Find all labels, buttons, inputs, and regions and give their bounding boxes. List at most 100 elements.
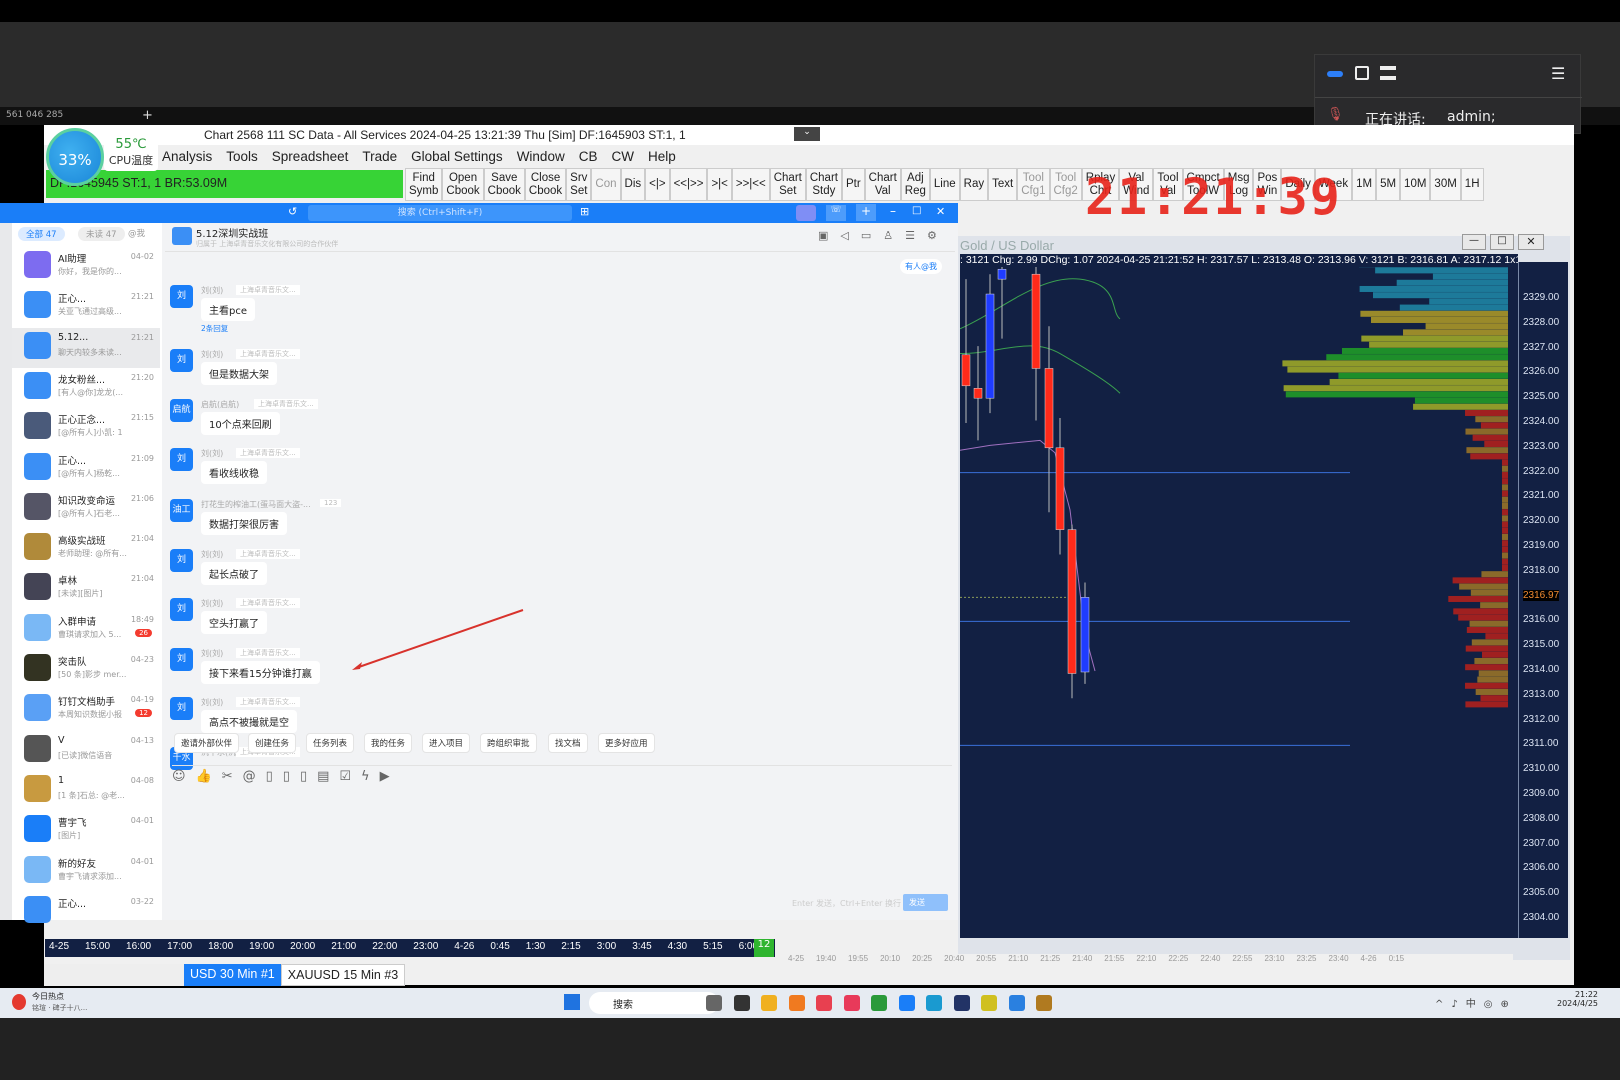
toolbar-button[interactable]: Con [591, 168, 621, 201]
toolbar-button[interactable]: Close Cbook [524, 168, 567, 201]
toolbar-button[interactable]: Find Symb [405, 168, 443, 201]
sender-name[interactable]: 启航(启航) [201, 399, 239, 410]
toolbar-button[interactable]: <<|>> [669, 168, 708, 201]
taskbar-app-icon[interactable] [898, 995, 915, 1011]
toolbar-button[interactable]: Save Cbook [483, 168, 525, 201]
contact-item[interactable]: 高级实战班 21:04 老师助理: @所有... [12, 529, 160, 569]
toolbar-button[interactable]: >>|<< [731, 168, 770, 201]
taskbar-app-icon[interactable] [1036, 995, 1052, 1011]
filter-all[interactable]: 全部 47 [18, 227, 65, 241]
add-icon[interactable]: + [856, 204, 876, 221]
sender-name[interactable]: 刘(刘) [201, 697, 223, 708]
contact-item[interactable]: 5.12... 21:21 聊天内较多未读... [12, 327, 160, 368]
taskbar-app-icon[interactable] [1008, 995, 1025, 1011]
sender-name[interactable]: 打花生的榨油工(蛋马面大盗-... [201, 499, 311, 510]
quick-action-button[interactable]: 我的任务 [364, 733, 413, 753]
menu-window[interactable]: Window [517, 149, 565, 169]
quick-action-button[interactable]: 找文档 [548, 733, 588, 753]
taskbar-app-icon[interactable] [953, 995, 970, 1011]
quick-action-button[interactable]: 进入项目 [422, 733, 471, 753]
taskbar-app-icon[interactable] [926, 995, 942, 1011]
toolbar-button[interactable]: <|> [645, 168, 670, 201]
close-button[interactable]: ✕ [1518, 234, 1544, 250]
toolbar-button[interactable]: 1H [1460, 168, 1484, 201]
group-toolbar-icons[interactable]: ▣◁▭♙☰⚙ [818, 229, 949, 242]
sender-avatar[interactable]: 刘 [170, 448, 193, 471]
quick-action-button[interactable]: 任务列表 [306, 733, 355, 753]
taskbar-app-icon[interactable] [733, 995, 750, 1011]
toolbar-button[interactable]: Chart Val [864, 168, 901, 201]
tab-xauusd-15min[interactable]: XAUUSD 15 Min #3 [280, 964, 406, 986]
tab-xauusd-30min[interactable]: USD 30 Min #1 [184, 964, 281, 986]
toolbar-button[interactable]: 1M [1352, 168, 1377, 201]
toolbar-button[interactable]: Adj Reg [900, 168, 930, 201]
history-icon[interactable]: ↺ [288, 205, 297, 218]
menu-spreadsheet[interactable]: Spreadsheet [272, 149, 349, 169]
send-button[interactable]: 发送 [903, 894, 948, 911]
menu-icon[interactable]: ☰ [1551, 64, 1565, 83]
sender-name[interactable]: 刘(刘) [201, 285, 223, 296]
contact-item[interactable]: 正心... 03-22 [12, 892, 160, 932]
quick-action-button[interactable]: 邀请外部伙伴 [174, 733, 240, 753]
toolbar-button[interactable]: Srv Set [566, 168, 592, 201]
minimize-icon[interactable]: – [890, 204, 896, 218]
taskbar-app-icon[interactable] [871, 995, 887, 1011]
toolbar-button[interactable]: Tool Cfg1 [1017, 168, 1050, 201]
sender-avatar[interactable]: 油工 [170, 499, 193, 522]
toolbar-button[interactable]: 10M [1400, 168, 1431, 201]
toolbar-button[interactable]: Ray [959, 168, 989, 201]
filter-unread[interactable]: 未读 47 [78, 227, 125, 241]
sender-avatar[interactable]: 刘 [170, 549, 193, 572]
menu-tools[interactable]: Tools [226, 149, 258, 169]
toolbar-button[interactable]: Dis [620, 168, 646, 201]
toolbar-button[interactable]: Tool Cfg2 [1049, 168, 1082, 201]
contact-item[interactable]: 曹宇飞 04-01 [图片] [12, 811, 160, 851]
menu-analysis[interactable]: Analysis [162, 149, 212, 169]
gallery-view-icon[interactable] [1380, 66, 1396, 80]
menu-cb[interactable]: CB [579, 149, 598, 169]
news-title[interactable]: 今日热点 [32, 991, 64, 1002]
contact-item[interactable]: 入群申请 18:49 曹琪请求加入 5... 26 [12, 610, 160, 650]
sender-name[interactable]: 刘(刘) [201, 549, 223, 560]
toolbar-button[interactable]: Text [988, 168, 1018, 201]
taskbar-app-icon[interactable] [981, 995, 997, 1011]
message-input[interactable] [172, 793, 952, 898]
sender-avatar[interactable]: 刘 [170, 349, 193, 372]
contact-item[interactable]: 卓林 21:04 [未读][图片] [12, 569, 160, 609]
quick-action-button[interactable]: 更多好应用 [598, 733, 655, 753]
input-toolbar-icons[interactable]: ☺👍✂@▯▯▯▤☑ϟ▶ [172, 769, 400, 784]
restore-button[interactable]: □ [1490, 234, 1514, 250]
taskbar-app-icon[interactable] [706, 995, 722, 1011]
menu-help[interactable]: Help [648, 149, 676, 169]
minimize-view-icon[interactable] [1327, 71, 1343, 77]
sender-name[interactable]: 刘(刘) [201, 349, 223, 360]
contact-item[interactable]: 知识改变命运 21:06 [@所有人]石老... [12, 489, 160, 529]
news-icon[interactable] [12, 994, 26, 1010]
system-tray-icons[interactable]: ^♪中◎⊕ [1435, 995, 1517, 1010]
close-icon[interactable]: ✕ [936, 205, 945, 218]
contact-item[interactable]: 突击队 04-23 [50 条]影步 mer... [12, 650, 160, 690]
sender-name[interactable]: 刘(刘) [201, 448, 223, 459]
maximize-icon[interactable]: □ [912, 205, 921, 216]
reply-count[interactable]: 2条回复 [201, 323, 228, 334]
toolbar-button[interactable]: 5M [1376, 168, 1401, 201]
menu-cw[interactable]: CW [611, 149, 634, 169]
taskbar-app-icon[interactable] [761, 995, 777, 1011]
taskbar-search[interactable]: 搜索 [589, 992, 719, 1014]
sender-avatar[interactable]: 刘 [170, 285, 193, 308]
contact-item[interactable]: 钉钉文档助手 04-19 本周知识数据小报 12 [12, 690, 160, 730]
contact-item[interactable]: V 04-13 [已读]微信语音 [12, 731, 160, 771]
group-name[interactable]: 5.12深圳实战班 [196, 225, 268, 240]
price-chart-plot[interactable] [959, 261, 1518, 938]
sender-name[interactable]: 刘(刘) [201, 598, 223, 609]
toolbar-button[interactable]: Ptr [841, 168, 865, 201]
call-icon[interactable]: ☏ [826, 205, 846, 221]
price-axis[interactable]: 2329.00 2328.00 2327.00 2326.00 2325.00 2324.… [1518, 262, 1568, 938]
sender-avatar[interactable]: 启航 [170, 399, 193, 422]
contact-item[interactable]: 正心... 21:21 关亚飞通过高级... [12, 287, 160, 327]
toolbar-button[interactable]: Line [929, 168, 960, 201]
new-tab-icon[interactable]: + [142, 108, 153, 123]
contact-item[interactable]: 1 04-08 [1 条]石总: @老... [12, 771, 160, 811]
window-view-icon[interactable] [1355, 66, 1369, 80]
toolbar-button[interactable]: Open Cbook [442, 168, 484, 201]
